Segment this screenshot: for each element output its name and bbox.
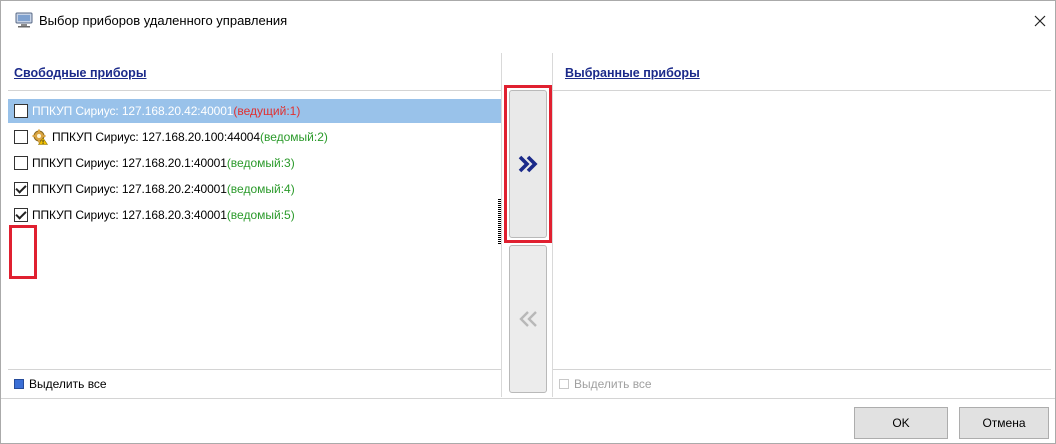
cancel-button[interactable]: Отмена (959, 407, 1049, 439)
item-checkbox[interactable] (14, 156, 28, 170)
device-role: (ведомый:5) (226, 208, 295, 222)
list-item[interactable]: ППКУП Сириус: 127.168.20.3:40001 (ведомы… (8, 203, 501, 227)
add-button-highlight (504, 85, 552, 243)
select-all-label[interactable]: Выделить все (574, 377, 652, 391)
device-role: (ведомый:4) (226, 182, 295, 196)
double-chevron-left-icon (519, 311, 537, 327)
list-item[interactable]: ППКУП Сириус: 127.168.20.42:40001 (ведущ… (8, 99, 501, 123)
dialog-button-bar: OK Отмена (1, 398, 1055, 444)
free-devices-title[interactable]: Свободные приборы (14, 66, 147, 80)
device-address: ППКУП Сириус: 127.168.20.3:40001 (32, 208, 227, 222)
checkbox-highlight (9, 225, 37, 279)
close-icon (1034, 15, 1046, 27)
gear-warning-icon (32, 129, 48, 145)
selected-devices-title[interactable]: Выбранные приборы (565, 66, 700, 80)
panel-divider (501, 53, 502, 397)
item-checkbox[interactable] (14, 104, 28, 118)
device-address: ППКУП Сириус: 127.168.20.42:40001 (32, 104, 234, 118)
device-address: ППКУП Сириус: 127.168.20.2:40001 (32, 182, 227, 196)
list-item[interactable]: ППКУП Сириус: 127.168.20.1:40001 (ведомы… (8, 151, 501, 175)
selected-devices-footer: Выделить все (553, 369, 1051, 397)
free-devices-footer: Выделить все (8, 369, 501, 397)
select-all-checkbox[interactable] (559, 378, 569, 389)
close-button[interactable] (1025, 7, 1055, 35)
list-item[interactable]: ППКУП Сириус: 127.168.20.2:40001 (ведомы… (8, 177, 501, 201)
device-role: (ведущий:1) (233, 104, 301, 118)
item-checkbox[interactable] (14, 208, 28, 222)
device-role: (ведомый:3) (226, 156, 295, 170)
select-all-label[interactable]: Выделить все (29, 377, 107, 391)
device-address: ППКУП Сириус: 127.168.20.1:40001 (32, 156, 227, 170)
title-bar: Выбор приборов удаленного управления (1, 1, 1055, 41)
free-devices-header: Свободные приборы (8, 53, 501, 91)
remove-devices-button[interactable] (509, 245, 547, 393)
computer-icon (15, 12, 33, 28)
dialog-window: Выбор приборов удаленного управления Сво… (0, 0, 1056, 444)
select-all-checkbox[interactable] (14, 378, 24, 389)
free-devices-list[interactable]: ППКУП Сириус: 127.168.20.42:40001 (ведущ… (8, 97, 501, 367)
item-checkbox[interactable] (14, 182, 28, 196)
free-devices-panel: Свободные приборы ППКУП Сириус: 127.168.… (8, 53, 501, 397)
selected-devices-header: Выбранные приборы (553, 53, 1051, 91)
window-title: Выбор приборов удаленного управления (39, 13, 288, 28)
list-item[interactable]: ППКУП Сириус: 127.168.20.100:44004 (ведо… (8, 125, 501, 149)
selected-devices-list[interactable] (553, 97, 1051, 367)
device-address: ППКУП Сириус: 127.168.20.100:44004 (52, 130, 260, 144)
item-checkbox[interactable] (14, 130, 28, 144)
ok-button[interactable]: OK (854, 407, 948, 439)
device-role: (ведомый:2) (259, 130, 328, 144)
splitter-grip[interactable] (498, 199, 501, 245)
selected-devices-panel: Выбранные приборы Выделить все (553, 53, 1051, 397)
